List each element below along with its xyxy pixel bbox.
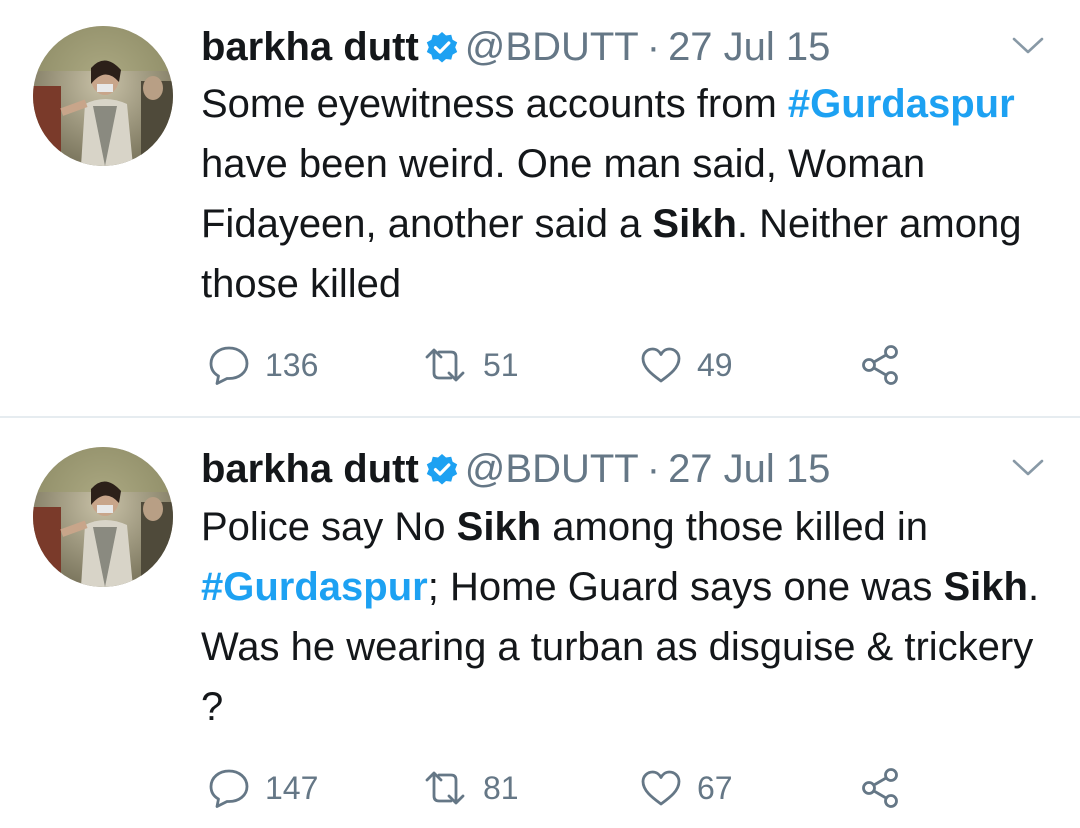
like-count: 67	[697, 769, 733, 806]
highlighted-term: Sikh	[456, 505, 542, 549]
reply-count: 136	[265, 346, 319, 383]
share-button[interactable]	[858, 340, 902, 390]
heart-icon	[641, 347, 681, 383]
heart-icon	[641, 770, 681, 806]
tweet-date[interactable]: 27 Jul 15	[668, 447, 830, 491]
tweet-text: Some eyewitness accounts from #Gurdaspur…	[201, 74, 1051, 314]
avatar[interactable]	[33, 26, 173, 166]
retweet-count: 51	[483, 346, 519, 383]
retweet-button[interactable]: 81	[421, 763, 519, 813]
tweet-text-segment: Police say No	[201, 505, 457, 549]
share-icon	[862, 345, 898, 385]
tweet[interactable]: barkha dutt @BDUTT · 27 Jul 15 Some eyewitn…	[0, 0, 1080, 416]
share-icon	[862, 768, 898, 808]
retweet-icon	[425, 771, 465, 805]
avatar[interactable]	[33, 447, 173, 587]
hashtag-link[interactable]: #Gurdaspur	[788, 82, 1015, 126]
share-button[interactable]	[858, 763, 902, 813]
highlighted-term: Sikh	[652, 202, 737, 246]
retweet-count: 81	[483, 769, 519, 806]
author-name[interactable]: barkha dutt	[201, 25, 419, 69]
reply-button[interactable]: 147	[207, 763, 318, 813]
like-button[interactable]: 49	[639, 340, 733, 390]
tweet-text: Police say No Sikh among those killed in…	[201, 497, 1051, 737]
tweet-text-segment: ; Home Guard says one was	[427, 565, 944, 609]
tweet-text-segment: Some eyewitness accounts from	[201, 82, 788, 126]
reply-button[interactable]: 136	[207, 340, 318, 390]
tweet-date[interactable]: 27 Jul 15	[668, 25, 830, 69]
separator: ·	[646, 447, 661, 491]
avatar-photo	[33, 26, 173, 166]
author-handle[interactable]: @BDUTT	[465, 447, 639, 491]
retweet-button[interactable]: 51	[421, 340, 519, 390]
like-button[interactable]: 67	[639, 763, 733, 813]
tweet-header: barkha dutt @BDUTT · 27 Jul 15	[201, 22, 830, 72]
verified-badge-icon	[425, 31, 459, 65]
chevron-down-icon[interactable]	[1011, 458, 1045, 478]
like-count: 49	[697, 346, 733, 383]
chevron-down-icon[interactable]	[1011, 36, 1045, 56]
avatar-photo	[33, 447, 173, 587]
reply-bubble-icon	[209, 346, 249, 385]
verified-badge-icon	[425, 453, 459, 487]
highlighted-term: Sikh	[943, 565, 1028, 609]
author-handle[interactable]: @BDUTT	[465, 25, 639, 69]
separator: ·	[646, 25, 661, 69]
reply-count: 147	[265, 769, 319, 806]
author-name[interactable]: barkha dutt	[201, 447, 419, 491]
tweet-actions: 147 81 67	[201, 763, 1061, 813]
tweet-text-segment: among those killed in	[541, 505, 929, 549]
reply-bubble-icon	[209, 769, 249, 808]
tweet-header: barkha dutt @BDUTT · 27 Jul 15	[201, 444, 830, 494]
tweet-actions: 136 51 49	[201, 340, 1061, 390]
hashtag-link[interactable]: #Gurdaspur	[201, 565, 428, 609]
tweet[interactable]: barkha dutt @BDUTT · 27 Jul 15 Police say N…	[0, 418, 1080, 828]
retweet-icon	[425, 348, 465, 382]
